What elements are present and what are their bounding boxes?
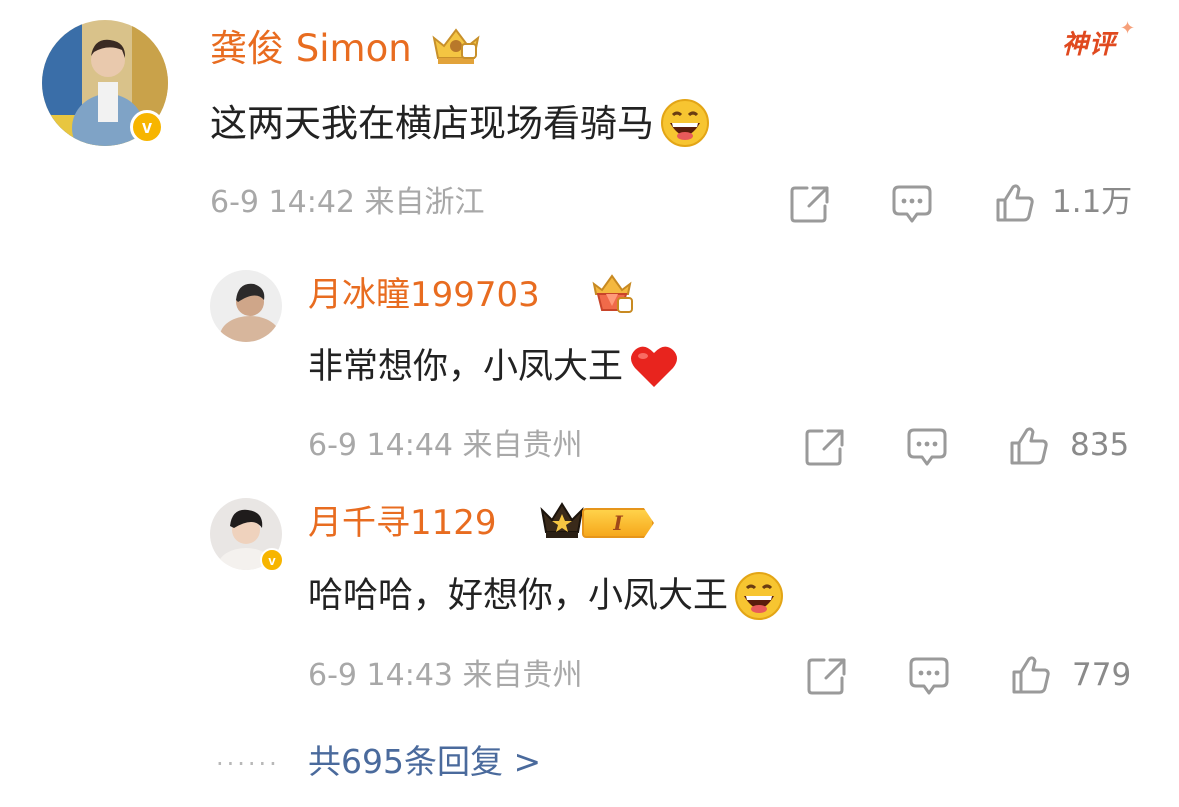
comment-icon[interactable] — [908, 656, 950, 696]
god-comment-badge: 神评 ✦ — [1062, 18, 1137, 60]
comment-icon[interactable] — [906, 427, 948, 467]
avatar[interactable] — [210, 270, 282, 342]
reply-username[interactable]: 月冰瞳199703 — [308, 278, 540, 312]
main-comment-username[interactable]: 龚俊 Simon — [210, 30, 412, 67]
grin-emoji-icon — [660, 98, 710, 148]
divider-dots: ······ — [216, 750, 280, 778]
reply-like-count: 835 — [1070, 427, 1130, 463]
crown-level-icon — [428, 24, 484, 72]
main-comment-text: 这两天我在横店现场看骑马 — [210, 98, 710, 148]
share-icon[interactable] — [806, 656, 848, 696]
comment-icon[interactable] — [891, 184, 933, 224]
like-icon[interactable] — [1010, 654, 1052, 696]
like-icon[interactable] — [1008, 425, 1050, 467]
level-badge: I — [582, 508, 654, 538]
share-icon[interactable] — [789, 184, 831, 224]
reply-meta: 6-9 14:44 来自贵州 — [308, 428, 583, 463]
crown-icon — [538, 500, 586, 548]
verified-badge: v — [130, 110, 164, 144]
view-more-replies-link[interactable]: 共695条回复 > — [308, 745, 541, 778]
main-like-count: 1.1万 — [1052, 184, 1133, 220]
reply-meta: 6-9 14:43 来自贵州 — [308, 658, 583, 693]
verified-badge: v — [260, 548, 284, 572]
reply-username[interactable]: 月千寻1129 — [308, 506, 497, 540]
main-comment-meta: 6-9 14:42 来自浙江 — [210, 185, 485, 220]
heart-emoji-icon — [629, 342, 679, 392]
grin-emoji-icon — [734, 571, 784, 621]
reply-text: 非常想你，小凤大王 — [308, 342, 679, 392]
crown-level-icon — [590, 272, 636, 320]
reply-like-count: 779 — [1072, 657, 1132, 693]
like-icon[interactable] — [994, 182, 1036, 224]
reply-text: 哈哈哈，好想你，小凤大王 — [308, 571, 784, 621]
share-icon[interactable] — [804, 427, 846, 467]
